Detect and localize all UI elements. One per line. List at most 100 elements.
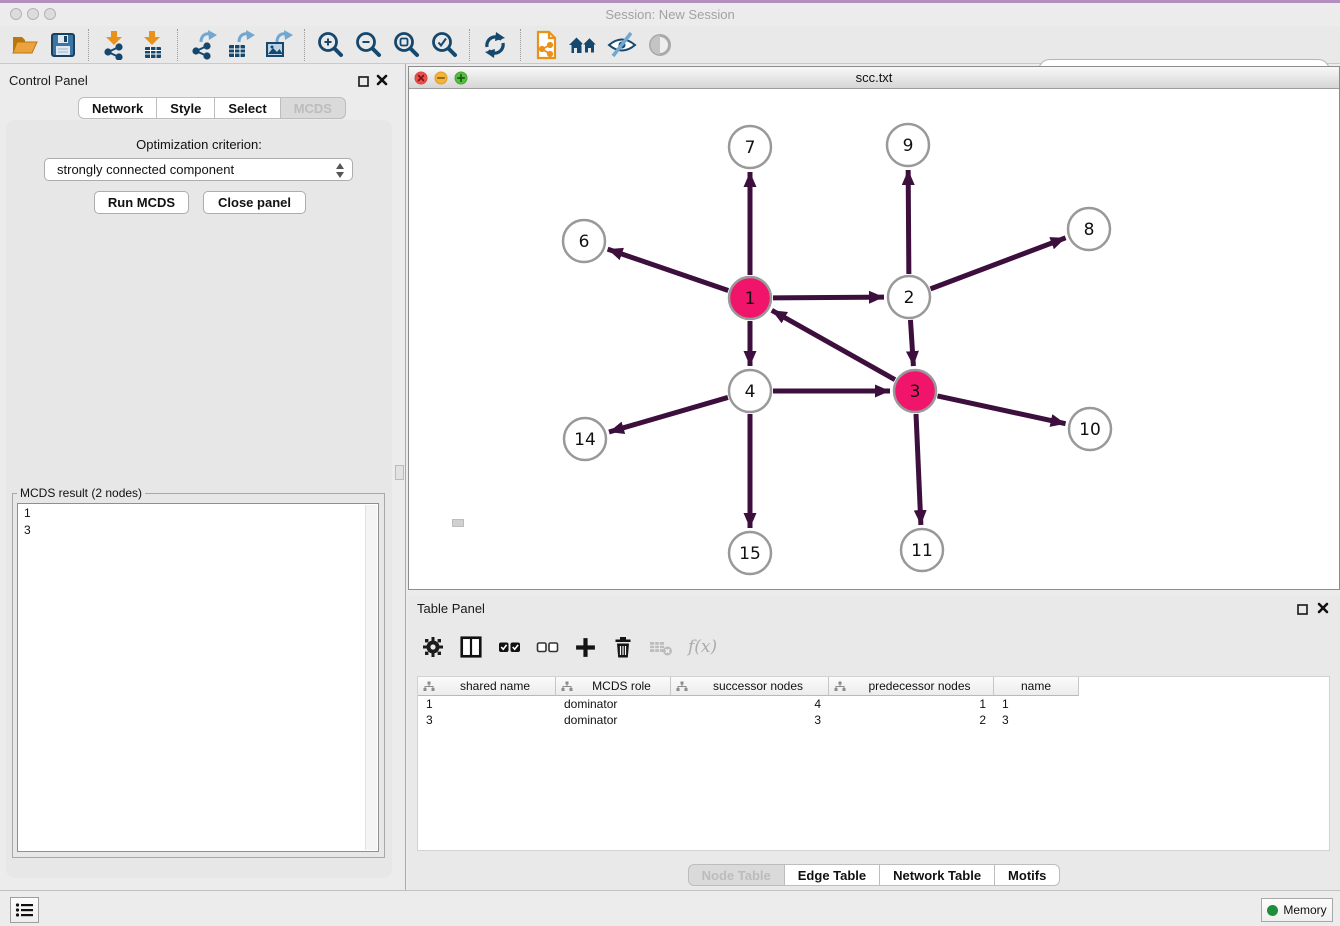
mcds-result-list[interactable]: 1 3 xyxy=(17,503,379,852)
graph-edge-1-6[interactable] xyxy=(608,249,729,290)
hide-selected-button[interactable] xyxy=(605,28,639,62)
column-header-shared-name[interactable]: shared name xyxy=(418,677,556,696)
show-all-button[interactable] xyxy=(643,28,677,62)
cell-successor-nodes[interactable]: 4 xyxy=(671,696,829,712)
cell-mcds-role[interactable]: dominator xyxy=(556,712,671,728)
export-table-button[interactable] xyxy=(224,28,258,62)
delete-table-button[interactable] xyxy=(649,636,673,658)
select-all-button[interactable] xyxy=(498,636,521,658)
deselect-all-button[interactable] xyxy=(536,636,559,658)
graph-node-9[interactable]: 9 xyxy=(887,124,929,166)
function-builder-button[interactable]: f(x) xyxy=(688,637,717,657)
graph-edge-2-8[interactable] xyxy=(931,238,1066,289)
node-table[interactable]: shared name MCDS role successor nodes pr… xyxy=(417,676,1330,851)
graph-node-6[interactable]: 6 xyxy=(563,220,605,262)
float-table-panel-icon[interactable] xyxy=(1297,602,1308,620)
network-canvas[interactable]: 7 9 6 8 1 2 4 3 14 10 15 11 xyxy=(409,89,1339,589)
titlebar[interactable]: Session: New Session xyxy=(0,3,1340,26)
new-network-from-selection-button[interactable] xyxy=(529,28,563,62)
criterion-dropdown[interactable]: strongly connected component xyxy=(44,158,353,181)
memory-button[interactable]: Memory xyxy=(1261,898,1333,922)
graph-node-8[interactable]: 8 xyxy=(1068,208,1110,250)
export-image-button[interactable] xyxy=(262,28,296,62)
graph-node-11[interactable]: 11 xyxy=(901,529,943,571)
tab-mcds[interactable]: MCDS xyxy=(280,97,346,119)
network-title: scc.txt xyxy=(409,70,1339,85)
graph-edge-3-10[interactable] xyxy=(937,396,1065,424)
split-panel-button[interactable] xyxy=(459,635,483,659)
gear-button[interactable] xyxy=(422,636,444,658)
cell-mcds-role[interactable]: dominator xyxy=(556,696,671,712)
splitter-handle[interactable] xyxy=(395,465,404,480)
cell-shared-name[interactable]: 3 xyxy=(418,712,556,728)
tab-select[interactable]: Select xyxy=(214,97,280,119)
close-panel-icon[interactable] xyxy=(376,73,388,91)
import-table-button[interactable] xyxy=(135,28,169,62)
memory-label: Memory xyxy=(1283,903,1326,917)
cell-successor-nodes[interactable]: 3 xyxy=(671,712,829,728)
zoom-out-button[interactable] xyxy=(351,28,385,62)
houses-icon xyxy=(568,30,600,60)
cell-predecessor-nodes[interactable]: 2 xyxy=(829,712,994,728)
graph-edge-2-9[interactable] xyxy=(908,170,909,274)
cell-name[interactable]: 3 xyxy=(994,712,1079,728)
graph-node-15[interactable]: 15 xyxy=(729,532,771,574)
graph-node-4[interactable]: 4 xyxy=(729,370,771,412)
graph-node-10[interactable]: 10 xyxy=(1069,408,1111,450)
add-column-button[interactable] xyxy=(574,636,597,659)
table-row[interactable]: 3 dominator 3 2 3 xyxy=(418,712,1329,728)
zoom-in-icon xyxy=(315,30,345,60)
split-divider-handle[interactable] xyxy=(452,519,464,527)
run-mcds-button[interactable]: Run MCDS xyxy=(94,191,189,214)
cell-predecessor-nodes[interactable]: 1 xyxy=(829,696,994,712)
cell-name[interactable]: 1 xyxy=(994,696,1079,712)
network-graph[interactable]: 7 9 6 8 1 2 4 3 14 10 15 11 xyxy=(409,89,1339,589)
column-header-name[interactable]: name xyxy=(994,677,1079,696)
graph-edge-3-1[interactable] xyxy=(772,310,895,379)
zoom-in-button[interactable] xyxy=(313,28,347,62)
first-neighbors-button[interactable] xyxy=(567,28,601,62)
column-header-successor-nodes[interactable]: successor nodes xyxy=(671,677,829,696)
graph-node-label: 6 xyxy=(579,232,590,252)
graph-node-label: 2 xyxy=(904,288,915,308)
graph-node-14[interactable]: 14 xyxy=(564,418,606,460)
table-row[interactable]: 1 dominator 4 1 1 xyxy=(418,696,1329,712)
panel-splitter[interactable] xyxy=(395,64,408,890)
export-network-button[interactable] xyxy=(186,28,220,62)
delete-button[interactable] xyxy=(612,636,634,659)
graph-node-1[interactable]: 1 xyxy=(729,277,771,319)
graph-node-7[interactable]: 7 xyxy=(729,126,771,168)
task-history-button[interactable] xyxy=(10,897,39,923)
tab-edge-table[interactable]: Edge Table xyxy=(784,864,880,886)
tab-network[interactable]: Network xyxy=(78,97,157,119)
graph-edge-2-3[interactable] xyxy=(910,320,913,366)
tab-style[interactable]: Style xyxy=(156,97,215,119)
zoom-selected-icon xyxy=(429,30,459,60)
network-window-titlebar[interactable]: scc.txt xyxy=(409,67,1339,89)
graph-node-3[interactable]: 3 xyxy=(894,370,936,412)
result-value: 3 xyxy=(18,521,378,538)
graph-edge-4-14[interactable] xyxy=(609,397,728,432)
toolbar-separator xyxy=(177,29,178,61)
column-header-predecessor-nodes[interactable]: predecessor nodes xyxy=(829,677,994,696)
float-panel-icon[interactable] xyxy=(358,74,369,92)
graph-edge-1-2[interactable] xyxy=(773,297,884,298)
open-file-button[interactable] xyxy=(8,28,42,62)
tab-motifs[interactable]: Motifs xyxy=(994,864,1060,886)
save-session-button[interactable] xyxy=(46,28,80,62)
table-panel-title: Table Panel xyxy=(417,601,485,616)
import-network-button[interactable] xyxy=(97,28,131,62)
zoom-fit-button[interactable] xyxy=(389,28,423,62)
cell-shared-name[interactable]: 1 xyxy=(418,696,556,712)
zoom-selected-button[interactable] xyxy=(427,28,461,62)
tab-node-table[interactable]: Node Table xyxy=(688,864,785,886)
mcds-result-title: MCDS result (2 nodes) xyxy=(17,486,145,500)
tab-network-table[interactable]: Network Table xyxy=(879,864,995,886)
close-panel-button[interactable]: Close panel xyxy=(203,191,306,214)
column-header-mcds-role[interactable]: MCDS role xyxy=(556,677,671,696)
result-scrollbar[interactable] xyxy=(365,505,377,850)
graph-node-2[interactable]: 2 xyxy=(888,276,930,318)
refresh-layout-button[interactable] xyxy=(478,28,512,62)
close-table-panel-icon[interactable] xyxy=(1317,601,1329,619)
graph-edge-3-11[interactable] xyxy=(916,414,921,525)
